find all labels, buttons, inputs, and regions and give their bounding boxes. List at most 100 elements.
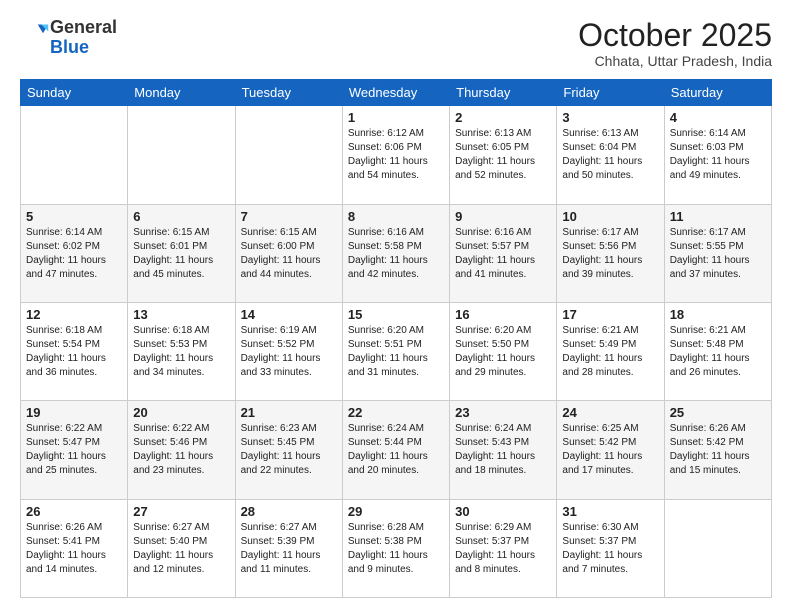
cell-info: Sunrise: 6:21 AM Sunset: 5:48 PM Dayligh… [670, 324, 766, 380]
title-block: October 2025 Chhata, Uttar Pradesh, Indi… [578, 18, 772, 69]
week-row-2: 12Sunrise: 6:18 AM Sunset: 5:54 PM Dayli… [21, 302, 772, 400]
cell-info: Sunrise: 6:25 AM Sunset: 5:42 PM Dayligh… [562, 422, 658, 478]
day-number: 14 [241, 307, 337, 322]
calendar-cell: 9Sunrise: 6:16 AM Sunset: 5:57 PM Daylig… [450, 204, 557, 302]
cell-info: Sunrise: 6:27 AM Sunset: 5:39 PM Dayligh… [241, 521, 337, 577]
calendar-cell [128, 106, 235, 204]
cell-info: Sunrise: 6:13 AM Sunset: 6:05 PM Dayligh… [455, 127, 551, 183]
cell-info: Sunrise: 6:27 AM Sunset: 5:40 PM Dayligh… [133, 521, 229, 577]
calendar-cell: 22Sunrise: 6:24 AM Sunset: 5:44 PM Dayli… [342, 401, 449, 499]
day-header-thursday: Thursday [450, 80, 557, 106]
day-number: 23 [455, 405, 551, 420]
cell-info: Sunrise: 6:13 AM Sunset: 6:04 PM Dayligh… [562, 127, 658, 183]
calendar-cell: 12Sunrise: 6:18 AM Sunset: 5:54 PM Dayli… [21, 302, 128, 400]
calendar-cell: 10 Sunrise: 6:17 AM Sunset: 5:56 PM Dayli… [557, 204, 664, 302]
page: General Blue October 2025 Chhata, Uttar … [0, 0, 792, 612]
day-number: 21 [241, 405, 337, 420]
cell-info: Sunrise: 6:29 AM Sunset: 5:37 PM Dayligh… [455, 521, 551, 577]
cell-info: Sunrise: 6:15 AM Sunset: 6:00 PM Dayligh… [241, 226, 337, 282]
calendar-cell [235, 106, 342, 204]
day-number: 29 [348, 504, 444, 519]
day-number: 30 [455, 504, 551, 519]
calendar-cell: 2 Sunrise: 6:13 AM Sunset: 6:05 PM Daylig… [450, 106, 557, 204]
day-number: 3 [562, 110, 658, 125]
day-number: 4 [670, 110, 766, 125]
day-number: 19 [26, 405, 122, 420]
day-number: 5 [26, 209, 122, 224]
cell-info: Sunrise: 6:20 AM Sunset: 5:50 PM Dayligh… [455, 324, 551, 380]
day-number: 1 [348, 110, 444, 125]
cell-info: Sunrise: 6:28 AM Sunset: 5:38 PM Dayligh… [348, 521, 444, 577]
logo-blue-text: Blue [50, 37, 89, 57]
calendar-cell: 13 Sunrise: 6:18 AM Sunset: 5:53 PM Dayli… [128, 302, 235, 400]
calendar-cell [21, 106, 128, 204]
day-number: 8 [348, 209, 444, 224]
header: General Blue October 2025 Chhata, Uttar … [20, 18, 772, 69]
calendar-cell [664, 499, 771, 597]
cell-info: Sunrise: 6:24 AM Sunset: 5:43 PM Dayligh… [455, 422, 551, 478]
calendar-cell: 28Sunrise: 6:27 AM Sunset: 5:39 PM Dayli… [235, 499, 342, 597]
week-row-1: 5Sunrise: 6:14 AM Sunset: 6:02 PM Daylig… [21, 204, 772, 302]
day-number: 15 [348, 307, 444, 322]
calendar-cell: 11Sunrise: 6:17 AM Sunset: 5:55 PM Dayli… [664, 204, 771, 302]
calendar-cell: 24Sunrise: 6:25 AM Sunset: 5:42 PM Dayli… [557, 401, 664, 499]
day-number: 18 [670, 307, 766, 322]
day-header-wednesday: Wednesday [342, 80, 449, 106]
cell-info: Sunrise: 6:26 AM Sunset: 5:41 PM Dayligh… [26, 521, 122, 577]
calendar-cell: 30 Sunrise: 6:29 AM Sunset: 5:37 PM Dayli… [450, 499, 557, 597]
month-year: October 2025 [578, 18, 772, 53]
cell-info: Sunrise: 6:22 AM Sunset: 5:46 PM Dayligh… [133, 422, 229, 478]
calendar-cell: 25Sunrise: 6:26 AM Sunset: 5:42 PM Dayli… [664, 401, 771, 499]
cell-info: Sunrise: 6:17 AM Sunset: 5:56 PM Dayligh… [562, 226, 658, 282]
week-row-0: 1 Sunrise: 6:12 AM Sunset: 6:06 PM Daylig… [21, 106, 772, 204]
calendar-cell: 21 Sunrise: 6:23 AM Sunset: 5:45 PM Dayli… [235, 401, 342, 499]
week-row-4: 26 Sunrise: 6:26 AM Sunset: 5:41 PM Dayli… [21, 499, 772, 597]
calendar-cell: 8 Sunrise: 6:16 AM Sunset: 5:58 PM Daylig… [342, 204, 449, 302]
day-number: 31 [562, 504, 658, 519]
calendar-cell: 15 Sunrise: 6:20 AM Sunset: 5:51 PM Dayli… [342, 302, 449, 400]
cell-info: Sunrise: 6:23 AM Sunset: 5:45 PM Dayligh… [241, 422, 337, 478]
day-header-saturday: Saturday [664, 80, 771, 106]
day-header-tuesday: Tuesday [235, 80, 342, 106]
cell-info: Sunrise: 6:24 AM Sunset: 5:44 PM Dayligh… [348, 422, 444, 478]
day-number: 27 [133, 504, 229, 519]
day-number: 2 [455, 110, 551, 125]
calendar-cell: 14 Sunrise: 6:19 AM Sunset: 5:52 PM Dayli… [235, 302, 342, 400]
cell-info: Sunrise: 6:20 AM Sunset: 5:51 PM Dayligh… [348, 324, 444, 380]
calendar-cell: 18 Sunrise: 6:21 AM Sunset: 5:48 PM Dayli… [664, 302, 771, 400]
cell-info: Sunrise: 6:18 AM Sunset: 5:53 PM Dayligh… [133, 324, 229, 380]
day-number: 26 [26, 504, 122, 519]
calendar-cell: 23 Sunrise: 6:24 AM Sunset: 5:43 PM Dayli… [450, 401, 557, 499]
cell-info: Sunrise: 6:16 AM Sunset: 5:57 PM Dayligh… [455, 226, 551, 282]
cell-info: Sunrise: 6:30 AM Sunset: 5:37 PM Dayligh… [562, 521, 658, 577]
day-number: 6 [133, 209, 229, 224]
day-header-sunday: Sunday [21, 80, 128, 106]
day-number: 10 [562, 209, 658, 224]
cell-info: Sunrise: 6:19 AM Sunset: 5:52 PM Dayligh… [241, 324, 337, 380]
cell-info: Sunrise: 6:12 AM Sunset: 6:06 PM Dayligh… [348, 127, 444, 183]
calendar-cell: 4 Sunrise: 6:14 AM Sunset: 6:03 PM Daylig… [664, 106, 771, 204]
day-number: 25 [670, 405, 766, 420]
calendar-cell: 27 Sunrise: 6:27 AM Sunset: 5:40 PM Dayli… [128, 499, 235, 597]
calendar-cell: 16Sunrise: 6:20 AM Sunset: 5:50 PM Dayli… [450, 302, 557, 400]
cell-info: Sunrise: 6:14 AM Sunset: 6:03 PM Dayligh… [670, 127, 766, 183]
day-number: 20 [133, 405, 229, 420]
cell-info: Sunrise: 6:18 AM Sunset: 5:54 PM Dayligh… [26, 324, 122, 380]
day-number: 17 [562, 307, 658, 322]
calendar-cell: 20 Sunrise: 6:22 AM Sunset: 5:46 PM Dayli… [128, 401, 235, 499]
calendar-cell: 1 Sunrise: 6:12 AM Sunset: 6:06 PM Daylig… [342, 106, 449, 204]
day-number: 11 [670, 209, 766, 224]
calendar-cell: 3 Sunrise: 6:13 AM Sunset: 6:04 PM Daylig… [557, 106, 664, 204]
cell-info: Sunrise: 6:22 AM Sunset: 5:47 PM Dayligh… [26, 422, 122, 478]
logo-icon [22, 21, 50, 49]
day-header-friday: Friday [557, 80, 664, 106]
calendar-cell: 6 Sunrise: 6:15 AM Sunset: 6:01 PM Daylig… [128, 204, 235, 302]
day-header-monday: Monday [128, 80, 235, 106]
day-number: 13 [133, 307, 229, 322]
cell-info: Sunrise: 6:16 AM Sunset: 5:58 PM Dayligh… [348, 226, 444, 282]
calendar-table: SundayMondayTuesdayWednesdayThursdayFrid… [20, 79, 772, 598]
cell-info: Sunrise: 6:15 AM Sunset: 6:01 PM Dayligh… [133, 226, 229, 282]
calendar-cell: 31 Sunrise: 6:30 AM Sunset: 5:37 PM Dayli… [557, 499, 664, 597]
calendar-cell: 5Sunrise: 6:14 AM Sunset: 6:02 PM Daylig… [21, 204, 128, 302]
calendar-cell: 26 Sunrise: 6:26 AM Sunset: 5:41 PM Dayli… [21, 499, 128, 597]
